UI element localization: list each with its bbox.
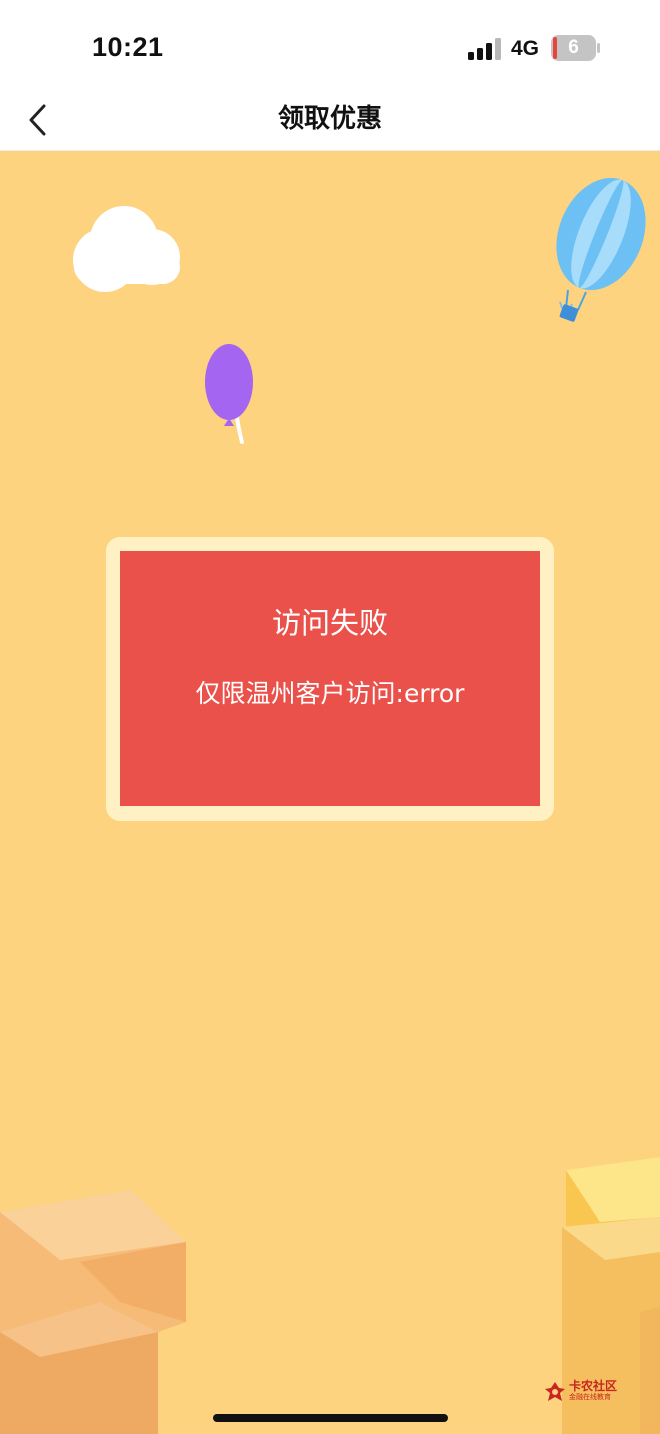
chevron-left-icon[interactable]: [22, 100, 58, 140]
watermark-name: 卡农社区: [569, 1379, 618, 1393]
hot-air-balloon-icon: [556, 177, 646, 322]
error-title: 访问失败: [271, 606, 388, 640]
watermark-subtitle: 金融在线教育: [569, 1393, 611, 1401]
cloud-icon: [73, 206, 180, 292]
network-label: 4G: [511, 37, 540, 60]
blocks-left: [0, 1190, 186, 1434]
kanong-logo-icon: [545, 1382, 565, 1401]
page-title: 领取优惠: [277, 104, 382, 134]
purple-balloon-icon: [205, 344, 253, 444]
watermark: 卡农社区 金融在线教育: [544, 1379, 628, 1405]
signal-icon: [468, 38, 501, 60]
status-bar: 10:21 4G 6: [0, 0, 660, 88]
home-indicator[interactable]: [213, 1414, 448, 1422]
status-time: 10:21: [92, 32, 164, 62]
nav-bar: 领取优惠: [0, 88, 660, 151]
error-message: 仅限温州客户访问:error: [195, 679, 465, 708]
battery-level: 6: [568, 37, 579, 58]
